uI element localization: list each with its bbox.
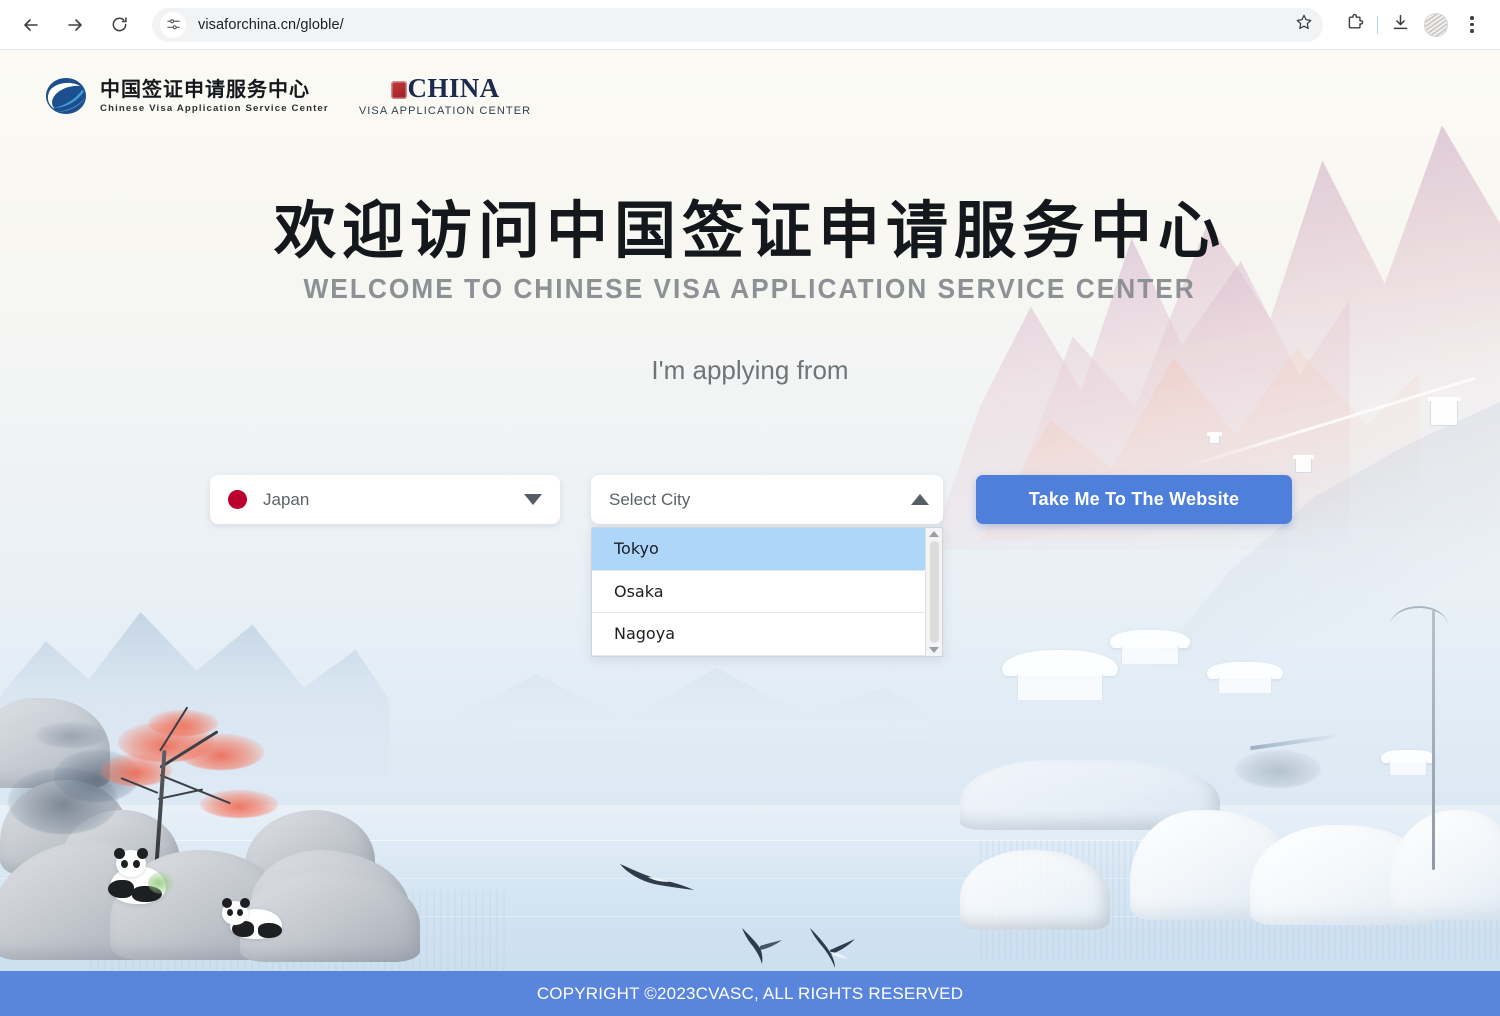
tree-foliage — [36, 722, 106, 748]
scroll-down-arrow-icon[interactable] — [929, 647, 939, 653]
reload-button[interactable] — [102, 8, 136, 42]
city-option-tokyo[interactable]: Tokyo — [592, 528, 925, 571]
page-title-english: WELCOME TO CHINESE VISA APPLICATION SERV… — [303, 273, 1197, 305]
bamboo-icon — [148, 872, 174, 894]
kebab-menu-icon — [1470, 16, 1474, 33]
city-option-osaka[interactable]: Osaka — [592, 570, 925, 614]
site-footer: COPYRIGHT ©2023CVASC, ALL RIGHTS RESERVE… — [0, 971, 1500, 1016]
logo-primary-english: Chinese Visa Application Service Center — [100, 103, 329, 114]
tree-foliage — [1235, 750, 1321, 788]
downloads-button[interactable] — [1382, 7, 1418, 43]
forward-button[interactable] — [58, 8, 92, 42]
site-settings-icon[interactable] — [160, 11, 186, 38]
country-select-value: Japan — [263, 489, 310, 509]
logo-secondary[interactable]: CHINA VISA APPLICATION CENTER — [358, 73, 532, 118]
chrome-menu-button[interactable] — [1454, 7, 1490, 43]
bookmark-button[interactable] — [1289, 10, 1319, 40]
bird-icon — [740, 926, 786, 966]
site-header: 中国签证申请服务中心 Chinese Visa Application Serv… — [0, 50, 1500, 142]
address-bar[interactable]: visaforchina.cn/globle/ — [152, 7, 1323, 42]
scroll-up-arrow-icon[interactable] — [929, 531, 939, 537]
city-dropdown-list[interactable]: Tokyo Osaka Nagoya — [591, 527, 943, 657]
logo-primary-chinese: 中国签证申请服务中心 — [100, 77, 310, 101]
scrollbar-thumb[interactable] — [929, 541, 939, 643]
red-seal-icon — [390, 81, 407, 99]
logo-primary[interactable]: 中国签证申请服务中心 Chinese Visa Application Serv… — [42, 75, 329, 117]
url-text: visaforchina.cn/globle/ — [198, 16, 344, 33]
city-option-list: Tokyo Osaka Nagoya — [592, 528, 925, 656]
globe-swoosh-logo-icon — [42, 75, 90, 117]
city-option-nagoya[interactable]: Nagoya — [592, 613, 925, 656]
star-icon — [1295, 13, 1313, 36]
download-icon — [1391, 13, 1410, 37]
bird-icon — [806, 926, 858, 970]
puzzle-piece-icon — [1346, 13, 1365, 37]
toolbar-divider — [1377, 15, 1378, 34]
panda-icon — [222, 895, 284, 941]
forward-arrow-icon — [65, 15, 85, 35]
bird-icon — [618, 860, 696, 894]
applying-from-label: I'm applying from — [651, 355, 849, 386]
city-select[interactable]: Select City — [591, 475, 943, 524]
profile-button[interactable] — [1418, 7, 1454, 43]
logo-secondary-word: CHINA — [407, 73, 500, 103]
toolbar-icons — [1337, 7, 1500, 43]
country-select[interactable]: Japan — [210, 475, 560, 524]
profile-avatar-icon — [1424, 12, 1448, 37]
city-dropdown-scrollbar[interactable] — [925, 528, 942, 656]
city-select-placeholder: Select City — [609, 489, 691, 509]
copyright-text: COPYRIGHT ©2023CVASC, ALL RIGHTS RESERVE… — [536, 983, 964, 1003]
back-arrow-icon — [21, 15, 41, 35]
reload-icon — [110, 15, 129, 34]
panda-icon — [104, 846, 174, 904]
browser-toolbar: visaforchina.cn/globle/ — [0, 0, 1500, 50]
chevron-down-icon — [524, 494, 542, 505]
take-me-to-website-button[interactable]: Take Me To The Website — [976, 475, 1292, 524]
application-form: Japan Select City Tokyo Osaka Nagoya Tak… — [0, 475, 1500, 675]
chevron-up-icon — [911, 494, 929, 505]
maple-foliage — [178, 734, 264, 770]
japan-flag-icon — [228, 490, 247, 509]
page-viewport: 中国签证申请服务中心 Chinese Visa Application Serv… — [0, 50, 1500, 1016]
back-button[interactable] — [14, 8, 48, 42]
extensions-button[interactable] — [1337, 7, 1373, 43]
logo-secondary-subtitle: VISA APPLICATION CENTER — [358, 105, 532, 117]
page-title-chinese: 欢迎访问中国签证申请服务中心 — [273, 194, 1226, 267]
